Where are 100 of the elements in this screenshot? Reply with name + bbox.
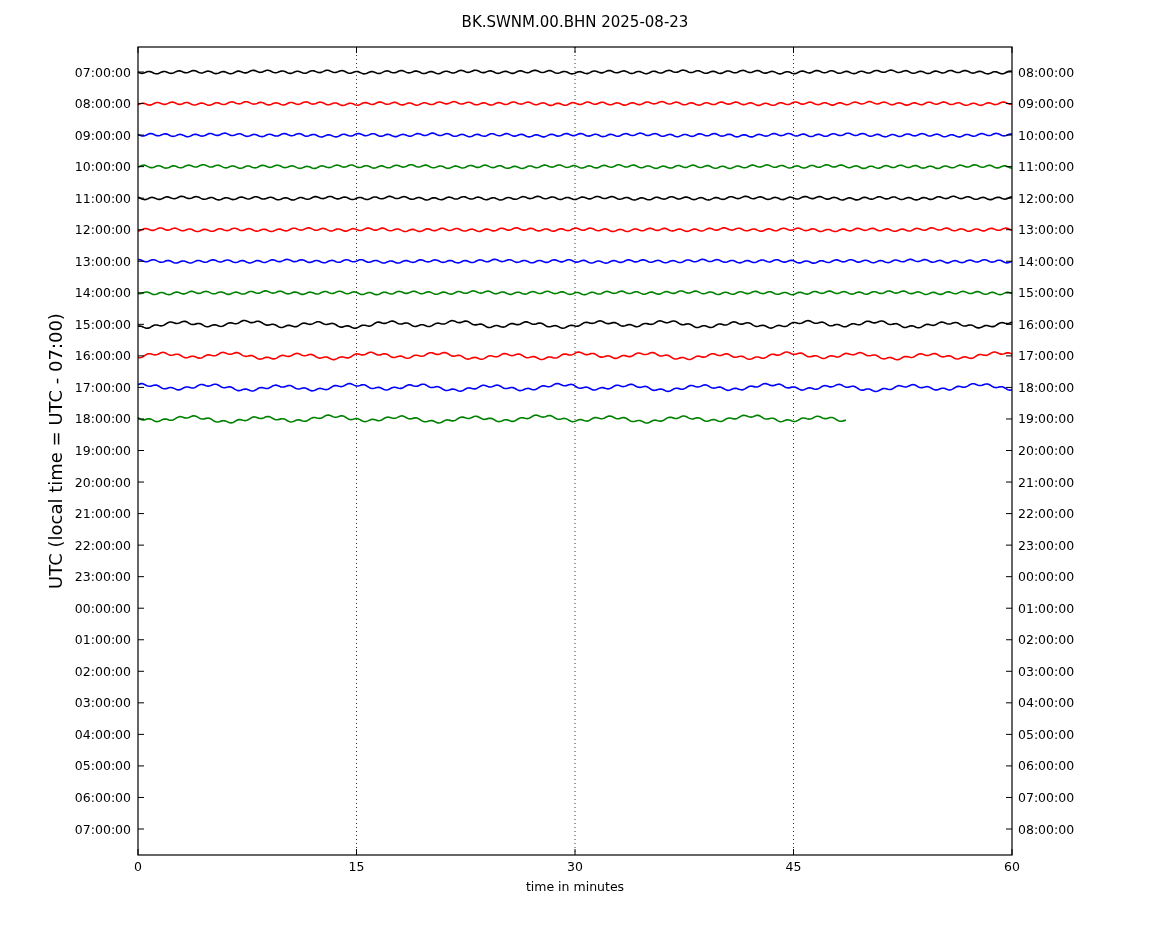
tick-mark <box>137 765 145 767</box>
x-tick-label: 15 <box>348 859 365 874</box>
tick-mark <box>1005 733 1013 735</box>
time-label: 00:00:00 <box>74 600 131 616</box>
local-time-label: 13:00:00 <box>1018 222 1075 238</box>
time-label: 07:00:00 <box>74 64 131 80</box>
x-tick-label: 45 <box>785 859 802 874</box>
local-time-label: 12:00:00 <box>1018 190 1075 206</box>
time-label: 10:00:00 <box>74 159 131 175</box>
local-time-label: 04:00:00 <box>1018 695 1075 711</box>
local-time-label: 07:00:00 <box>1018 789 1075 805</box>
tick-mark <box>1005 828 1013 830</box>
tick-mark <box>137 166 145 168</box>
local-time-label: 06:00:00 <box>1018 758 1075 774</box>
local-time-label: 00:00:00 <box>1018 569 1075 585</box>
tick-mark <box>137 702 145 704</box>
y-axis-label: UTC (local time = UTC - 07:00) <box>45 313 66 589</box>
local-time-label: 21:00:00 <box>1018 474 1075 490</box>
tick-mark <box>793 46 794 54</box>
tick-mark <box>1005 292 1013 294</box>
tick-mark <box>1005 513 1013 515</box>
tick-mark <box>356 46 357 54</box>
tick-mark <box>1005 355 1013 357</box>
tick-mark <box>137 481 145 483</box>
tick-mark <box>137 576 145 578</box>
tick-mark <box>1005 197 1013 199</box>
time-label: 06:00:00 <box>74 789 131 805</box>
tick-mark <box>137 292 145 294</box>
tick-mark <box>137 197 145 199</box>
time-label: 23:00:00 <box>74 569 131 585</box>
time-label: 02:00:00 <box>74 663 131 679</box>
local-time-label: 18:00:00 <box>1018 379 1075 395</box>
time-label: 16:00:00 <box>74 348 131 364</box>
tick-mark <box>1005 702 1013 704</box>
tick-mark <box>137 828 145 830</box>
local-time-label: 03:00:00 <box>1018 663 1075 679</box>
tick-mark <box>137 134 145 136</box>
local-time-label: 19:00:00 <box>1018 411 1075 427</box>
local-time-label: 08:00:00 <box>1018 821 1075 837</box>
tick-mark <box>1005 229 1013 231</box>
tick-mark <box>137 544 145 546</box>
time-label: 20:00:00 <box>74 474 131 490</box>
local-time-label: 16:00:00 <box>1018 316 1075 332</box>
time-label: 04:00:00 <box>74 726 131 742</box>
tick-mark <box>137 71 145 73</box>
local-time-label: 23:00:00 <box>1018 537 1075 553</box>
x-tick-label: 60 <box>1004 859 1020 874</box>
tick-mark <box>1005 323 1013 325</box>
tick-mark <box>137 103 145 105</box>
tick-mark <box>137 639 145 641</box>
tick-mark <box>137 796 145 798</box>
tick-mark <box>137 848 139 856</box>
local-time-label: 02:00:00 <box>1018 632 1075 648</box>
tick-mark <box>1005 670 1013 672</box>
time-label: 09:00:00 <box>74 127 131 143</box>
time-label: 14:00:00 <box>74 285 131 301</box>
tick-mark <box>1005 765 1013 767</box>
time-label: 22:00:00 <box>74 537 131 553</box>
local-time-label: 14:00:00 <box>1018 253 1075 269</box>
tick-mark <box>1005 450 1013 451</box>
tick-mark <box>137 450 145 451</box>
tick-mark <box>1005 260 1013 262</box>
tick-mark <box>1005 607 1013 609</box>
tick-mark <box>1005 71 1013 73</box>
tick-mark <box>137 323 145 325</box>
x-tick-label: 0 <box>134 859 142 874</box>
tick-mark <box>1005 418 1013 420</box>
time-label: 18:00:00 <box>74 411 131 427</box>
tick-mark <box>137 46 139 54</box>
local-time-label: 01:00:00 <box>1018 600 1075 616</box>
time-label: 08:00:00 <box>74 96 131 112</box>
time-label: 03:00:00 <box>74 695 131 711</box>
tick-mark <box>574 46 576 54</box>
time-label: 15:00:00 <box>74 316 131 332</box>
tick-mark <box>1011 46 1013 54</box>
time-label: 01:00:00 <box>74 632 131 648</box>
tick-mark <box>137 229 145 231</box>
local-time-label: 22:00:00 <box>1018 506 1075 522</box>
x-tick-label: 30 <box>567 859 583 874</box>
tick-mark <box>137 733 145 735</box>
tick-mark <box>1005 166 1013 168</box>
time-label: 21:00:00 <box>74 506 131 522</box>
local-time-label: 15:00:00 <box>1018 285 1075 301</box>
time-label: 07:00:00 <box>74 821 131 837</box>
tick-mark <box>137 355 145 357</box>
tick-mark <box>1005 134 1013 136</box>
time-label: 05:00:00 <box>74 758 131 774</box>
time-label: 12:00:00 <box>74 222 131 238</box>
time-label: 11:00:00 <box>74 190 131 206</box>
time-label: 13:00:00 <box>74 253 131 269</box>
tick-mark <box>1005 103 1013 105</box>
local-time-label: 17:00:00 <box>1018 348 1075 364</box>
plot-title: BK.SWNM.00.BHN 2025-08-23 <box>461 13 689 31</box>
local-time-label: 05:00:00 <box>1018 726 1075 742</box>
local-time-label: 11:00:00 <box>1018 159 1075 175</box>
tick-mark <box>137 513 145 515</box>
tick-mark <box>1011 848 1013 856</box>
tick-mark <box>1005 576 1013 578</box>
time-label: 17:00:00 <box>74 379 131 395</box>
tick-mark <box>1005 544 1013 546</box>
